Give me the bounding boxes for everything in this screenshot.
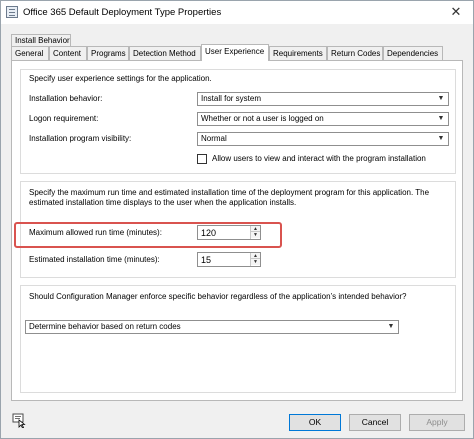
tab-detection-method[interactable]: Detection Method — [129, 46, 201, 61]
chevron-down-icon: ▼ — [437, 95, 445, 102]
program-visibility-value: Normal — [201, 134, 227, 143]
tab-user-experience[interactable]: User Experience — [201, 44, 269, 61]
program-visibility-select[interactable]: Normal ▼ — [197, 132, 449, 146]
enforce-behavior-question: Should Configuration Manager enforce spe… — [29, 292, 407, 301]
logon-requirement-value: Whether or not a user is logged on — [201, 114, 324, 123]
run-time-description: Specify the maximum run time and estimat… — [29, 188, 430, 207]
spin-down-icon[interactable]: ▼ — [251, 259, 260, 265]
title-bar[interactable]: Office 365 Default Deployment Type Prope… — [1, 1, 473, 24]
chevron-down-icon: ▼ — [437, 135, 445, 142]
program-visibility-label: Installation program visibility: — [29, 134, 132, 143]
tab-general[interactable]: General — [11, 46, 49, 61]
user-experience-group: Specify user experience settings for the… — [20, 69, 456, 174]
chevron-down-icon: ▼ — [437, 115, 445, 122]
properties-window: Office 365 Default Deployment Type Prope… — [0, 0, 474, 439]
window-title: Office 365 Default Deployment Type Prope… — [23, 7, 222, 18]
installation-behavior-value: Install for system — [201, 94, 262, 103]
close-button[interactable]: ✕ — [447, 4, 465, 20]
tab-return-codes[interactable]: Return Codes — [327, 46, 383, 61]
estimated-time-spin-buttons: ▲ ▼ — [250, 253, 260, 266]
apply-button[interactable]: Apply — [409, 414, 465, 431]
allow-interact-label[interactable]: Allow users to view and interact with th… — [212, 154, 426, 163]
ok-button[interactable]: OK — [289, 414, 341, 431]
logon-requirement-label: Logon requirement: — [29, 114, 99, 123]
user-experience-intro: Specify user experience settings for the… — [29, 74, 212, 83]
tab-dependencies[interactable]: Dependencies — [383, 46, 443, 61]
properties-window-icon — [6, 6, 18, 18]
estimated-time-spinner[interactable]: 15 ▲ ▼ — [197, 252, 261, 267]
installation-behavior-label: Installation behavior: — [29, 94, 103, 103]
help-pointer-icon[interactable] — [11, 412, 27, 428]
installation-behavior-select[interactable]: Install for system ▼ — [197, 92, 449, 106]
logon-requirement-select[interactable]: Whether or not a user is logged on ▼ — [197, 112, 449, 126]
tab-content[interactable]: Content — [49, 46, 87, 61]
max-run-time-highlight — [14, 222, 282, 248]
chevron-down-icon: ▼ — [387, 323, 395, 330]
tab-programs[interactable]: Programs — [87, 46, 129, 61]
enforce-behavior-select[interactable]: Determine behavior based on return codes… — [25, 320, 399, 334]
enforce-behavior-value: Determine behavior based on return codes — [29, 322, 181, 331]
estimated-time-value[interactable]: 15 — [201, 254, 211, 266]
cancel-button[interactable]: Cancel — [349, 414, 401, 431]
estimated-time-label: Estimated installation time (minutes): — [29, 255, 160, 264]
tab-requirements[interactable]: Requirements — [269, 46, 327, 61]
enforce-behavior-group: Should Configuration Manager enforce spe… — [20, 285, 456, 393]
allow-interact-checkbox[interactable] — [197, 154, 207, 164]
